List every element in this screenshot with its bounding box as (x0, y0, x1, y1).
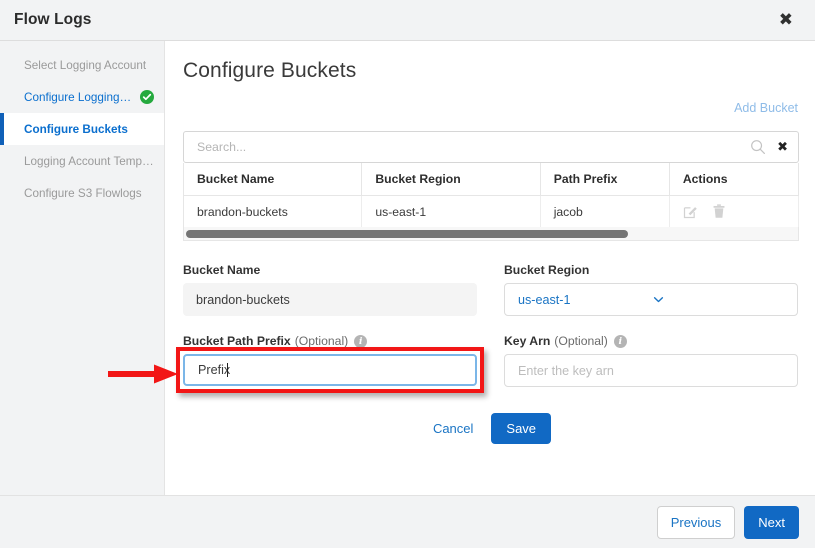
column-header-actions: Actions (669, 163, 798, 196)
main-panel: Configure Buckets Add Bucket ✖ (165, 41, 815, 495)
field-key-arn: Key Arn (Optional) i (504, 334, 798, 387)
field-label: Bucket Name (183, 263, 477, 277)
column-header-bucket-name: Bucket Name (184, 163, 362, 196)
flow-logs-wizard-dialog: Flow Logs ✖ Select Logging Account Confi… (0, 0, 815, 548)
cell-bucket-region: us-east-1 (362, 196, 540, 228)
info-icon[interactable]: i (354, 335, 367, 348)
bucket-region-selected-value: us-east-1 (518, 293, 652, 307)
sidebar-item-label: Logging Account Templ... (24, 155, 154, 168)
bucket-region-label: Bucket Region (504, 263, 589, 277)
cell-bucket-name: brandon-buckets (184, 196, 362, 228)
clear-search-icon[interactable]: ✖ (775, 141, 790, 154)
bucket-region-select[interactable]: us-east-1 (504, 283, 798, 316)
buckets-table: Bucket Name Bucket Region Path Prefix Ac… (183, 163, 799, 227)
field-bucket-path-prefix: Bucket Path Prefix (Optional) i (183, 334, 477, 387)
add-bucket-link[interactable]: Add Bucket (734, 101, 798, 115)
form-actions: Cancel Save (183, 413, 799, 444)
sidebar-item-logging-account-template[interactable]: Logging Account Templ... (0, 145, 164, 177)
cell-actions (669, 196, 798, 228)
previous-button[interactable]: Previous (657, 506, 736, 539)
table-head: Bucket Name Bucket Region Path Prefix Ac… (184, 163, 799, 196)
column-header-bucket-region: Bucket Region (362, 163, 540, 196)
delete-icon[interactable] (712, 204, 726, 219)
dialog-body: Select Logging Account Configure Logging… (0, 41, 815, 496)
optional-tag: (Optional) (554, 334, 608, 348)
next-button[interactable]: Next (744, 506, 799, 539)
row-actions (683, 204, 798, 219)
sidebar-item-label: Configure S3 Flowlogs (24, 187, 142, 200)
text-caret (227, 363, 228, 377)
chevron-down-icon (652, 293, 786, 306)
bucket-name-label: Bucket Name (183, 263, 260, 277)
field-label: Key Arn (Optional) i (504, 334, 798, 348)
sidebar-item-configure-buckets[interactable]: Configure Buckets (0, 113, 164, 145)
sidebar-item-label: Configure Buckets (24, 123, 128, 136)
wizard-steps-sidebar: Select Logging Account Configure Logging… (0, 41, 165, 495)
edit-icon[interactable] (683, 204, 698, 219)
wizard-footer: Previous Next (0, 496, 815, 548)
page-title: Configure Buckets (183, 59, 799, 83)
field-bucket-region: Bucket Region us-east-1 (504, 263, 798, 316)
search-input[interactable] (195, 139, 750, 155)
bucket-path-prefix-label: Bucket Path Prefix (183, 334, 291, 348)
dialog-header: Flow Logs ✖ (0, 0, 815, 41)
save-button[interactable]: Save (491, 413, 551, 444)
field-label: Bucket Region (504, 263, 798, 277)
field-label: Bucket Path Prefix (Optional) i (183, 334, 477, 348)
sidebar-item-select-logging-account[interactable]: Select Logging Account (0, 49, 164, 81)
cancel-button[interactable]: Cancel (431, 417, 475, 440)
bucket-form: Bucket Name brandon-buckets Bucket Regio… (183, 263, 799, 387)
search-bar: ✖ (183, 131, 799, 163)
info-icon[interactable]: i (614, 335, 627, 348)
optional-tag: (Optional) (295, 334, 349, 348)
table-row[interactable]: brandon-buckets us-east-1 jacob (184, 196, 799, 228)
scrollbar-thumb[interactable] (186, 230, 628, 238)
dialog-title: Flow Logs (14, 11, 92, 29)
sidebar-item-configure-logging[interactable]: Configure Logging ... (0, 81, 164, 113)
table-horizontal-scrollbar[interactable] (183, 227, 799, 241)
key-arn-input[interactable] (504, 354, 798, 387)
close-icon[interactable]: ✖ (775, 9, 797, 32)
sidebar-item-configure-s3-flowlogs[interactable]: Configure S3 Flowlogs (0, 177, 164, 209)
add-bucket-row: Add Bucket (183, 99, 799, 117)
field-bucket-name: Bucket Name brandon-buckets (183, 263, 477, 316)
highlight-annotation-box (176, 347, 484, 393)
column-header-path-prefix: Path Prefix (540, 163, 669, 196)
table-body: brandon-buckets us-east-1 jacob (184, 196, 799, 228)
search-icon[interactable] (750, 139, 766, 155)
sidebar-item-label: Select Logging Account (24, 59, 146, 72)
cell-path-prefix: jacob (540, 196, 669, 228)
table-header-row: Bucket Name Bucket Region Path Prefix Ac… (184, 163, 799, 196)
check-circle-icon (140, 90, 154, 104)
sidebar-item-label: Configure Logging ... (24, 91, 132, 104)
bucket-name-value: brandon-buckets (183, 283, 477, 316)
key-arn-label: Key Arn (504, 334, 550, 348)
